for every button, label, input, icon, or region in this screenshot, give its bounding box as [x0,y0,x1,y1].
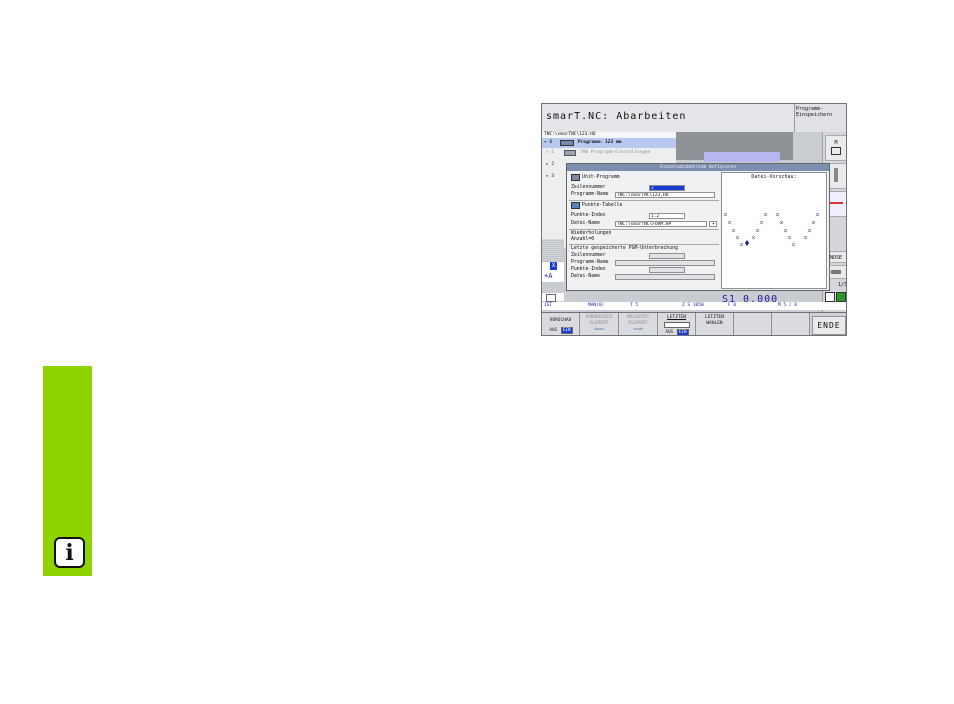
softkey-label: VORSCHAU [549,318,572,323]
softkey-vorschau[interactable]: VORSCHAU AUS EIN [542,313,580,335]
datei-name-label: Datei-Name [571,221,600,226]
axis-x-label: X [550,262,557,270]
last-punkte-index-label: Punkte-Index [571,267,606,272]
divider [569,229,719,230]
softkey-bar: VORSCHAU AUS EIN VORHERIGES ELEMENT ⟸ NA… [542,312,846,335]
m-function-button[interactable]: M [825,135,846,161]
point-table-icon [571,202,580,209]
program-icon [560,140,574,146]
softkey-letzten[interactable]: LETZTEN AUS EIN [658,313,696,335]
toggle-off: AUS [665,329,674,335]
dialog-form: Unit-Programm Zeilennummer 2 Programm-Na… [569,173,719,289]
zeilennummer-label: Zeilennummer [571,185,606,190]
current-point-marker [745,240,749,246]
feed-icon [831,270,841,274]
unit-program-icon [571,174,580,181]
last-datei-name-field [615,274,715,280]
tree-row-prefix: ▸ 2 [546,162,555,167]
arrow-left-icon: ⟸ [593,325,605,333]
last-saved-header: Letzte gespeicherte PGM-Unterbrechung [571,246,678,251]
punkte-index-field[interactable]: 1.2 [649,213,685,219]
softkey-vorheriges-element[interactable]: VORHERIGES ELEMENT ⟸ [580,313,619,335]
punkte-index-label: Punkte-Index [571,213,606,218]
softkey-label: LETZTEN [667,315,686,320]
file-preview: Datei-Vorschau: [721,172,827,289]
tree-row-prefix: ▸ 3 [546,174,555,179]
hatched-area [542,239,564,261]
m-value: M 5 / 8 [778,303,797,308]
programm-name-field[interactable]: TNC:\smarTNC\123.HU [615,192,715,198]
ende-button[interactable]: ENDE [812,316,846,335]
toggle-on: EIN [676,328,689,335]
unit-program-header: Unit-Programm [582,175,620,180]
datei-name-field[interactable]: TNC:\smarTNC\FORM.HP [615,221,707,227]
toggle-on: EIN [560,326,573,334]
window-title: smarT.NC: Abarbeiten [546,111,687,122]
tree-row-label: 700 Programm-Einstellungen [580,150,651,155]
divider [569,244,719,245]
probe-icon [829,202,843,204]
status-left-icon [542,293,564,302]
point-markers [723,212,820,247]
last-datei-name-label: Datei-Name [571,274,600,279]
info-icon: i [54,537,85,568]
axis-display: X +A [542,262,564,282]
punkte-tabelle-header: Punkte-Tabelle [582,203,623,208]
graphics-highlight [704,152,780,162]
tree-row-prefix: ▾ 0 [544,140,553,145]
toggle-off: AUS [549,327,558,333]
tree-row-label: Programm: 123 mm [578,140,622,145]
title-bar: smarT.NC: Abarbeiten [542,104,794,133]
mode-label: MAN(0) [588,303,605,308]
program-store-label: Programm- Einspeichern [796,106,833,118]
f-value: F 0 [728,303,737,308]
single-block-dialog: Einzelsatzbetrieb definieren Unit-Progra… [566,163,830,291]
divider [569,200,719,201]
softkey-nachstes-element[interactable]: NACHSTES ELEMENT ⟹ [619,313,658,335]
last-programm-name-label: Programm-Name [571,260,609,265]
last-programm-name-field [615,260,715,266]
zeilennummer-field[interactable]: 2 [649,185,685,191]
programm-name-label: Programm-Name [571,192,609,197]
spindle-icon [831,147,841,155]
tnc-screen: smarT.NC: Abarbeiten Programm- Einspeich… [541,103,847,336]
machine-icon [546,294,556,302]
point-pattern-graphic [723,212,820,247]
softkey-label: LETZTEN WAHLEN [705,315,724,326]
settings-icon [564,150,576,156]
softkey-empty-2[interactable] [772,313,810,335]
green-status-icon[interactable] [836,292,846,302]
tool-icon [834,168,838,182]
arrow-right-icon: ⟹ [632,325,644,333]
block-pointer-icon [663,321,690,328]
z-value: Z S 1050 [682,303,704,308]
dropdown-arrow-icon[interactable]: ▾ [709,221,717,227]
tree-row[interactable]: ▸ 1 700 Programm-Einstellungen [542,148,676,158]
last-zeilennummer-field [649,253,685,259]
last-punkte-index-field [649,267,685,273]
info-icon-glyph: i [65,539,74,566]
softkey-empty-1[interactable] [734,313,772,335]
ist-label: IST [544,303,553,308]
wiederholungen-value[interactable]: Anzahl=0 [571,237,594,243]
last-zeilennummer-label: Zeilennummer [571,253,606,258]
status-bar: IST MAN(0) T 5 Z S 1050 F 0 M 5 / 8 [542,302,846,310]
axis-a-label: +A [544,272,553,280]
tool-value: T 5 [630,303,639,308]
program-store-button[interactable]: Programm- Einspeichern [794,104,846,132]
tree-row-prefix: ▸ 1 [546,150,555,155]
softkey-letzten-wahlen[interactable]: LETZTEN WAHLEN [696,313,734,335]
tree-row[interactable]: ▾ 0 Programm: 123 mm [542,138,676,148]
document-icon[interactable] [825,292,835,302]
dialog-title: Einzelsatzbetrieb definieren [567,164,829,171]
